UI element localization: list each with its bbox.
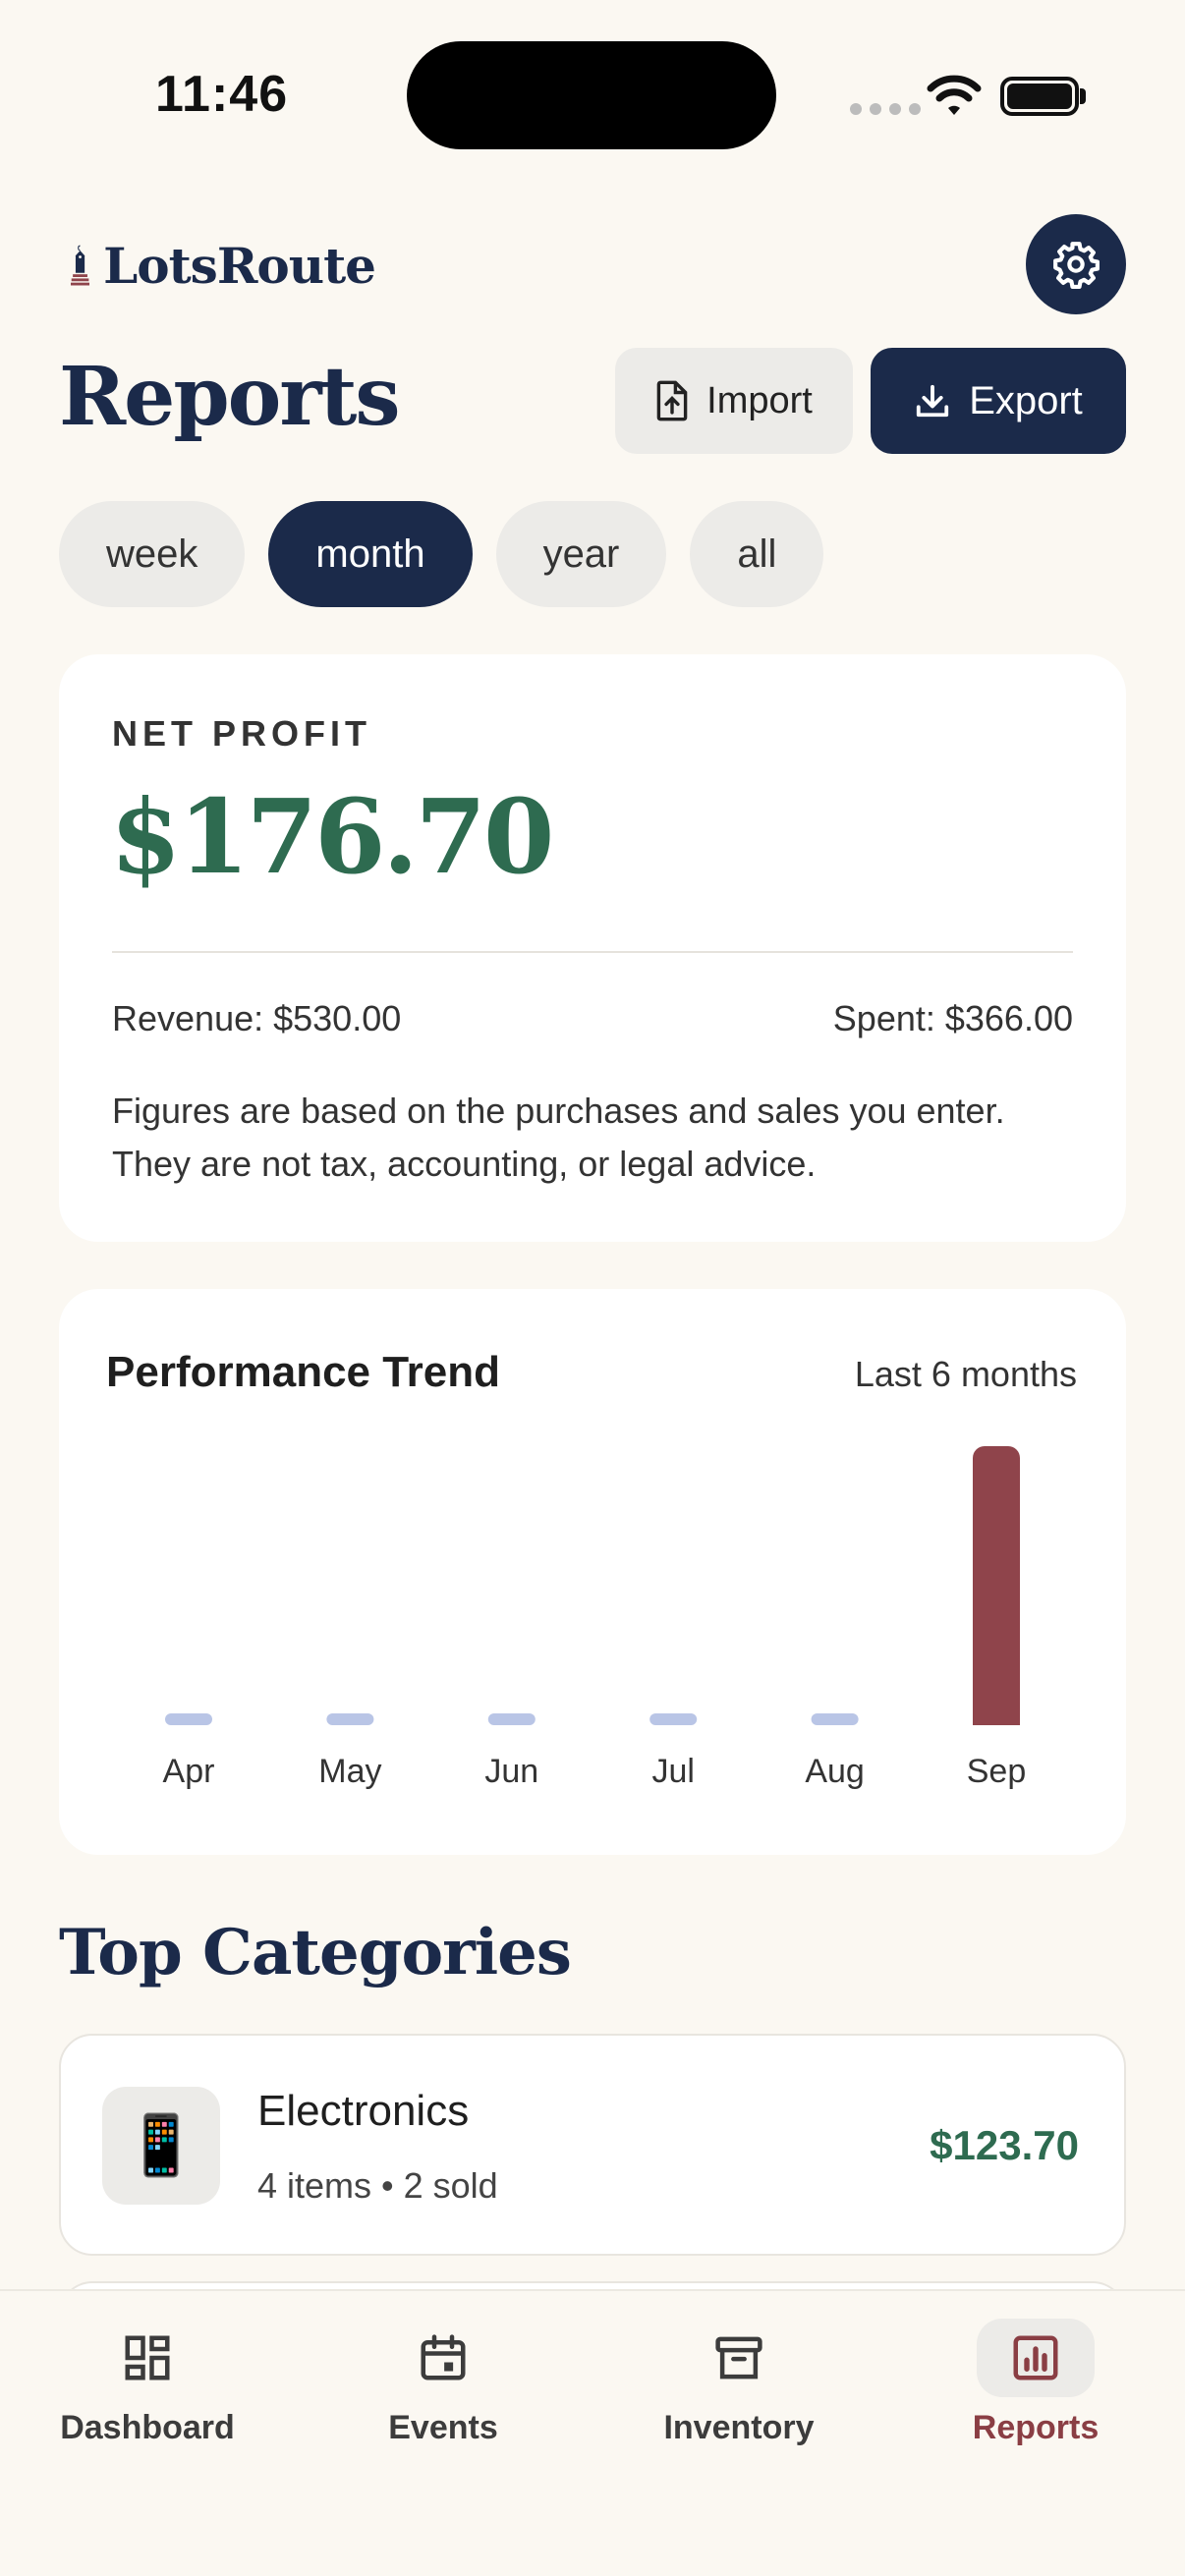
- tab-dashboard[interactable]: Dashboard: [20, 2319, 275, 2456]
- performance-chart: Apr May Jun Jul Aug Sep: [163, 1446, 1027, 1790]
- net-profit-label: NET PROFIT: [112, 713, 371, 754]
- import-button[interactable]: Import: [615, 348, 853, 454]
- period-month[interactable]: month: [268, 501, 473, 607]
- phone-icon: 📱: [102, 2087, 220, 2205]
- export-button[interactable]: Export: [871, 348, 1126, 454]
- period-all[interactable]: all: [690, 501, 824, 607]
- trend-range: Last 6 months: [854, 1354, 1077, 1394]
- status-time: 11:46: [155, 66, 289, 123]
- trend-title: Performance Trend: [106, 1348, 501, 1396]
- tab-label: Reports: [972, 2409, 1100, 2446]
- category-name: Electronics: [257, 2087, 470, 2135]
- signal-icon: [850, 103, 921, 115]
- dashboard-icon: [125, 2335, 170, 2380]
- divider: [112, 951, 1073, 953]
- file-upload-icon: [656, 380, 688, 421]
- chart-icon: [1013, 2335, 1058, 2380]
- tab-label: Events: [388, 2409, 498, 2446]
- disclaimer-text: Figures are based on the purchases and s…: [112, 1091, 1005, 1184]
- calendar-icon: [421, 2334, 466, 2380]
- chart-tick-label: Jul: [651, 1753, 694, 1790]
- export-label: Export: [969, 378, 1083, 422]
- chart-bar-sep: [973, 1446, 1020, 1725]
- revenue-text: Revenue: $530.00: [112, 998, 402, 1038]
- gear-icon: [1053, 242, 1100, 289]
- category-amount: $123.70: [930, 2122, 1079, 2168]
- archive-icon: [715, 2336, 762, 2380]
- wifi-icon: [927, 75, 982, 115]
- period-year[interactable]: year: [495, 501, 667, 607]
- chart-tick-label: May: [318, 1753, 381, 1790]
- chart-tick-label: Jun: [484, 1753, 538, 1790]
- spent-text: Spent: $366.00: [832, 998, 1073, 1038]
- chart-bar-aug: [811, 1713, 859, 1725]
- tab-label: Dashboard: [60, 2409, 235, 2446]
- chart-tick-label: Aug: [805, 1753, 865, 1790]
- tab-inventory[interactable]: Inventory: [611, 2319, 867, 2456]
- page-title: Reports: [59, 350, 401, 444]
- period-selector: week month year all: [59, 501, 824, 607]
- tab-reports[interactable]: Reports: [908, 2319, 1163, 2456]
- net-profit-value: $176.70: [110, 776, 554, 897]
- chart-bar-jul: [649, 1713, 698, 1725]
- dynamic-island: [407, 41, 776, 149]
- chart-bar-jun: [487, 1713, 536, 1725]
- battery-icon: [1000, 77, 1079, 116]
- brand-name: LotsRoute: [103, 236, 376, 295]
- brand-logo: LotsRoute: [71, 204, 376, 326]
- import-label: Import: [706, 379, 813, 421]
- chart-bar-apr: [165, 1713, 212, 1725]
- chart-tick-label: Sep: [967, 1753, 1027, 1790]
- chart-bar-base-sep: [973, 1713, 1020, 1725]
- chart-tick-label: Apr: [163, 1753, 215, 1790]
- category-meta: 4 items • 2 sold: [257, 2165, 498, 2206]
- period-week[interactable]: week: [59, 501, 246, 607]
- download-icon: [917, 384, 949, 418]
- tab-events[interactable]: Events: [315, 2319, 571, 2456]
- settings-button[interactable]: [1026, 214, 1126, 314]
- top-categories-title: Top Categories: [59, 1916, 572, 1989]
- tab-label: Inventory: [663, 2409, 815, 2446]
- chart-bar-may: [326, 1713, 374, 1725]
- price-tag-icon: [71, 245, 90, 286]
